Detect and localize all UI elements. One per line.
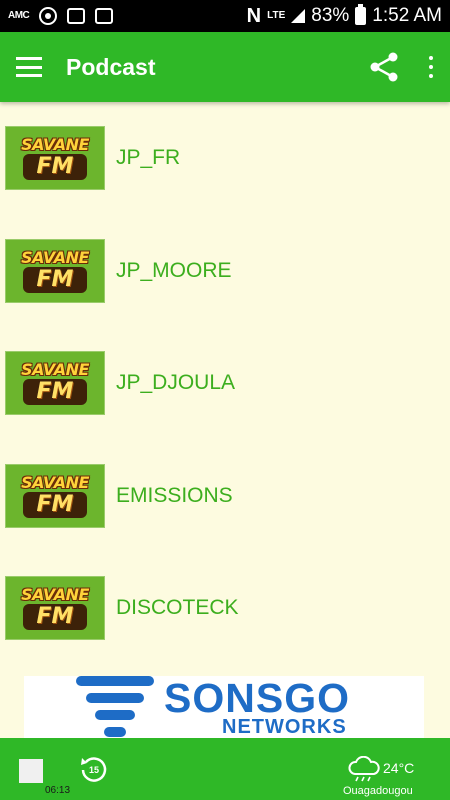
list-item-label: JP_MOORE [116,258,232,282]
elapsed-time: 06:13 [45,785,71,796]
battery-icon [355,4,367,25]
amc-icon: AMC [8,10,30,21]
savane-fm-logo: SAVANE FM [5,238,105,303]
nfc-icon: N [246,4,262,27]
list-item-label: JP_FR [116,146,181,170]
list-item[interactable]: SAVANE FM JP_MOORE [0,215,450,328]
savane-fm-logo: SAVANE FM [5,576,105,641]
city-name: Ouagadougou [343,785,413,797]
list-item-label: JP_DJOULA [116,371,236,395]
status-bar: AMC N LTE 83% 1:52 AM [0,0,450,32]
system-icons: N LTE 83% 1:52 AM [246,4,442,28]
sonsgo-logo-icon [74,676,156,738]
ad-brand-name: SONSGO [164,676,350,721]
list-item-label: EMISSIONS [116,483,233,507]
signal-icon [291,9,306,23]
ad-banner[interactable]: SONSGO NETWORKS [24,676,424,738]
list-item[interactable]: SAVANE FM EMISSIONS [0,440,450,553]
list-item[interactable]: SAVANE FM JP_DJOULA [0,327,450,440]
temperature: 24°C [383,760,415,776]
savane-fm-logo: SAVANE FM [5,351,105,416]
app-bar: Podcast [0,32,450,102]
bag-icon [67,8,86,24]
page-title: Podcast [66,53,156,80]
lte-icon: LTE [267,10,286,21]
replay-15-icon[interactable]: 15 [79,754,109,784]
list-item[interactable]: SAVANE FM JP_FR [0,102,450,215]
sync-icon [39,7,58,25]
stop-button[interactable] [19,759,43,783]
list-item[interactable]: SAVANE FM DISCOTECK [0,552,450,665]
more-options-icon[interactable] [428,56,434,78]
replay-seconds: 15 [89,765,99,775]
notification-icons: AMC [8,7,114,25]
list-item-label: DISCOTECK [116,596,239,620]
savane-fm-logo: SAVANE FM [5,126,105,191]
hamburger-menu-icon[interactable] [16,57,42,77]
clock: 1:52 AM [372,5,442,26]
podcast-list: SAVANE FM JP_FR SAVANE FM JP_MOORE SAVAN… [0,102,450,665]
player-bar: 06:13 15 24°C Ouagadougou [0,738,450,800]
savane-fm-logo: SAVANE FM [5,463,105,528]
battery-percent: 83% [311,5,350,26]
cloud-rain-icon [348,756,380,782]
ad-brand-subtitle: NETWORKS [222,716,347,738]
share-icon[interactable] [368,51,400,83]
clipboard-check-icon [95,8,114,24]
